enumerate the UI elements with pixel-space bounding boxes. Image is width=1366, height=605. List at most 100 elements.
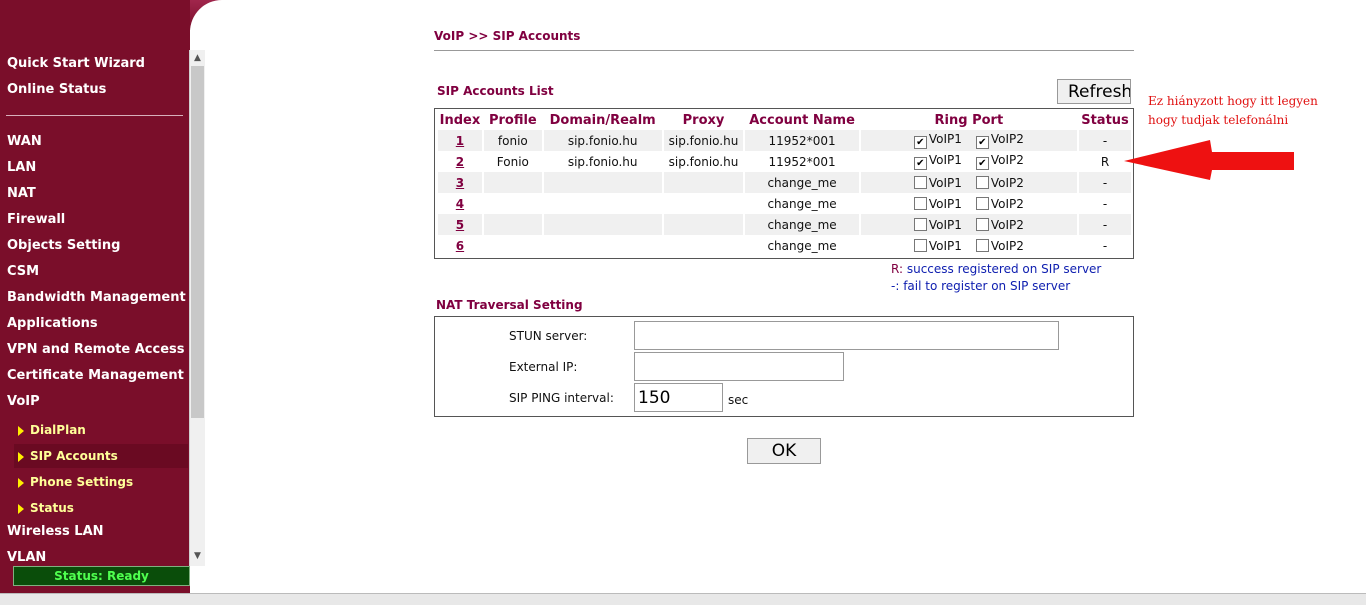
sidebar-subitem-phone-settings[interactable]: Phone Settings bbox=[14, 470, 188, 494]
sip-account-index-link[interactable]: 3 bbox=[456, 176, 464, 190]
index-cell: 6 bbox=[438, 235, 482, 256]
account-name-cell: 11952*001 bbox=[768, 154, 836, 169]
sip-account-index-link[interactable]: 1 bbox=[456, 134, 464, 148]
proxy-cell: sip.fonio.hu bbox=[663, 130, 744, 151]
account-name-cell: change_me bbox=[767, 238, 837, 253]
sip-account-index-link[interactable]: 2 bbox=[456, 155, 464, 169]
scroll-up-icon[interactable]: ▲ bbox=[190, 51, 205, 65]
account-name-cell: 11952*001 bbox=[745, 130, 859, 151]
external-ip-input[interactable] bbox=[634, 352, 844, 381]
index-cell: 3 bbox=[438, 172, 482, 193]
voip1-checkbox[interactable]: ✔ bbox=[913, 136, 927, 149]
sip-ping-interval-label: SIP PING interval: bbox=[509, 391, 614, 405]
sidebar-subitem-dialplan[interactable]: DialPlan bbox=[14, 418, 188, 442]
voip1-checkbox[interactable]: ✔ bbox=[913, 157, 927, 170]
table-row: 3 change_me VoIP1 VoIP2- bbox=[438, 172, 1131, 193]
triangle-right-icon bbox=[18, 425, 24, 436]
sidebar-subitem-status[interactable]: Status bbox=[14, 496, 188, 520]
sidebar-item-vlan[interactable]: VLAN bbox=[7, 550, 46, 565]
index-cell: 2 bbox=[438, 151, 482, 172]
voip2-label: VoIP2 bbox=[990, 217, 1024, 232]
sidebar-subitem-sip-accounts[interactable]: SIP Accounts bbox=[14, 444, 188, 468]
sidebar-item-vpn[interactable]: VPN and Remote Access bbox=[7, 342, 184, 357]
sidebar-item-nat[interactable]: NAT bbox=[7, 186, 36, 201]
stun-server-input[interactable] bbox=[634, 321, 1059, 350]
sidebar-subitem-label: DialPlan bbox=[30, 423, 86, 437]
sidebar-item-lan[interactable]: LAN bbox=[7, 160, 36, 175]
voip2-checkbox[interactable] bbox=[975, 217, 989, 231]
sidebar-item-csm[interactable]: CSM bbox=[7, 264, 39, 279]
voip2-checkbox[interactable] bbox=[975, 238, 989, 252]
column-header-index: Index bbox=[439, 113, 481, 128]
legend-text: fail to register on SIP server bbox=[899, 279, 1071, 293]
voip2-label: VoIP2 bbox=[990, 153, 1024, 167]
status-cell: - bbox=[1102, 238, 1108, 253]
sip-account-index-link[interactable]: 6 bbox=[456, 239, 464, 253]
status-cell: - bbox=[1102, 196, 1108, 211]
profile-cell bbox=[483, 214, 542, 235]
scroll-down-icon[interactable]: ▼ bbox=[190, 549, 205, 563]
table-row: 1 fonio sip.fonio.hu sip.fonio.hu 11952*001 ✔… bbox=[438, 130, 1131, 151]
profile-cell: fonio bbox=[483, 130, 542, 151]
refresh-button[interactable]: Refresh bbox=[1057, 79, 1131, 104]
proxy-cell bbox=[664, 235, 744, 256]
sidebar-subitem-label: SIP Accounts bbox=[30, 449, 118, 463]
sidebar-scrollbar[interactable]: ▲ ▼ bbox=[189, 50, 205, 566]
proxy-cell: sip.fonio.hu bbox=[668, 154, 739, 169]
domain-cell bbox=[544, 235, 662, 256]
sidebar-item-voip[interactable]: VoIP bbox=[7, 394, 40, 409]
annotation-note: Ez hiányzott hogy itt legyen hogy tudjak… bbox=[1148, 92, 1318, 130]
annotation-line: Ez hiányzott hogy itt legyen bbox=[1148, 94, 1318, 108]
breadcrumb-divider bbox=[434, 50, 1134, 51]
voip2-checkbox[interactable]: ✔ bbox=[975, 157, 989, 170]
legend-failed: -: fail to register on SIP server bbox=[891, 278, 1101, 295]
voip1-checkbox[interactable] bbox=[913, 238, 927, 252]
sidebar-subitem-label: Phone Settings bbox=[30, 475, 134, 489]
voip2-checkbox[interactable] bbox=[975, 175, 989, 189]
sidebar-item-wan[interactable]: WAN bbox=[7, 134, 42, 149]
ring-port-cell: VoIP1 VoIP2 bbox=[861, 235, 1077, 256]
sip-accounts-table-box: Index Profile Domain/Realm Proxy Account… bbox=[434, 108, 1134, 259]
account-name-cell: change_me bbox=[745, 172, 859, 193]
sip-account-index-link[interactable]: 4 bbox=[456, 197, 464, 211]
voip2-checkbox[interactable]: ✔ bbox=[975, 136, 989, 149]
status-bar: Status: Ready bbox=[13, 566, 190, 586]
index-cell: 5 bbox=[438, 214, 482, 235]
voip1-checkbox[interactable] bbox=[913, 196, 927, 210]
voip2-label: VoIP2 bbox=[990, 196, 1024, 211]
status-cell: - bbox=[1079, 214, 1131, 235]
voip1-label: VoIP1 bbox=[928, 196, 962, 211]
sidebar-item-online-status[interactable]: Online Status bbox=[7, 82, 106, 97]
column-header-domain: Domain/Realm bbox=[549, 113, 656, 128]
scrollbar-thumb[interactable] bbox=[191, 66, 204, 418]
sidebar-item-applications[interactable]: Applications bbox=[7, 316, 98, 331]
sip-account-index-link[interactable]: 5 bbox=[456, 218, 464, 232]
column-header-profile: Profile bbox=[488, 113, 537, 128]
sidebar-subitem-label: Status bbox=[30, 501, 74, 515]
domain-cell bbox=[543, 214, 662, 235]
sidebar-item-objects-setting[interactable]: Objects Setting bbox=[7, 238, 120, 253]
proxy-cell bbox=[663, 214, 744, 235]
voip2-checkbox[interactable] bbox=[975, 196, 989, 210]
legend-registered: R: success registered on SIP server bbox=[891, 261, 1101, 278]
table-row: 6 change_me VoIP1 VoIP2 - bbox=[438, 235, 1131, 256]
voip1-checkbox[interactable] bbox=[913, 217, 927, 231]
account-name-cell: change_me bbox=[745, 214, 859, 235]
status-legend: R: success registered on SIP server -: f… bbox=[891, 261, 1101, 295]
voip1-label: VoIP1 bbox=[928, 132, 962, 146]
sidebar-item-quick-start-wizard[interactable]: Quick Start Wizard bbox=[7, 56, 145, 71]
sidebar-item-bandwidth-management[interactable]: Bandwidth Management bbox=[7, 290, 186, 305]
sidebar-item-wireless-lan[interactable]: Wireless LAN bbox=[7, 524, 104, 539]
voip2-label: VoIP2 bbox=[990, 175, 1024, 190]
content-area bbox=[190, 0, 1366, 596]
domain-cell bbox=[543, 172, 662, 193]
triangle-right-icon bbox=[18, 451, 24, 462]
sip-ping-interval-input[interactable] bbox=[634, 383, 723, 412]
ok-button[interactable]: OK bbox=[747, 438, 821, 464]
sidebar-item-firewall[interactable]: Firewall bbox=[7, 212, 65, 227]
sidebar-item-certificate-management[interactable]: Certificate Management bbox=[7, 368, 184, 383]
sidebar-divider bbox=[6, 115, 183, 116]
voip2-label: VoIP2 bbox=[990, 132, 1024, 146]
voip1-checkbox[interactable] bbox=[913, 175, 927, 189]
voip2-label: VoIP2 bbox=[990, 238, 1024, 253]
